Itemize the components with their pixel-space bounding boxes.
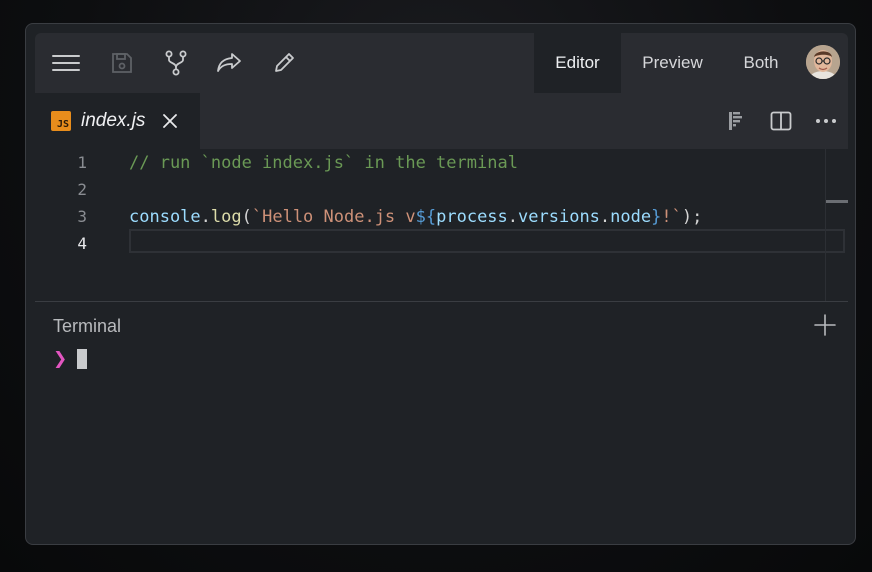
terminal-panel[interactable]: Terminal ❯ bbox=[35, 302, 848, 538]
code-line: 3 console.log(`Hello Node.js v${process.… bbox=[35, 203, 848, 230]
token: `Hello Node.js v bbox=[251, 206, 416, 227]
line-number: 2 bbox=[77, 180, 87, 199]
code-text: // run `node index.js` in the terminal bbox=[129, 152, 518, 173]
prettier-icon[interactable] bbox=[713, 93, 758, 149]
token: process bbox=[436, 206, 508, 227]
token: . bbox=[599, 206, 611, 227]
token: . bbox=[507, 206, 519, 227]
code-line: 1 // run `node index.js` in the terminal bbox=[35, 149, 848, 176]
prompt-chevron-icon: ❯ bbox=[53, 349, 68, 369]
split-view-icon[interactable] bbox=[758, 93, 803, 149]
code-line: 4 bbox=[35, 230, 848, 257]
fork-icon[interactable] bbox=[161, 48, 191, 78]
token: !` bbox=[661, 206, 682, 227]
more-icon[interactable] bbox=[803, 93, 848, 149]
token: console bbox=[129, 206, 201, 227]
share-icon[interactable] bbox=[215, 48, 245, 78]
tab-preview[interactable]: Preview bbox=[621, 33, 724, 93]
terminal-title: Terminal bbox=[53, 316, 122, 336]
token: } bbox=[651, 206, 662, 227]
js-file-icon: JS bbox=[51, 111, 71, 131]
line-number: 3 bbox=[77, 207, 87, 226]
editor-window: Editor Preview Both JS index.js 1 // run… bbox=[25, 23, 856, 545]
tab-actions bbox=[713, 93, 848, 149]
save-icon[interactable] bbox=[107, 48, 137, 78]
file-tab-index-js[interactable]: JS index.js bbox=[35, 93, 200, 149]
avatar[interactable] bbox=[806, 45, 840, 79]
file-tab-bar: JS index.js bbox=[35, 93, 848, 149]
close-icon[interactable] bbox=[163, 114, 178, 128]
edit-icon[interactable] bbox=[269, 48, 299, 78]
add-terminal-icon[interactable] bbox=[814, 314, 836, 336]
line-number: 1 bbox=[77, 153, 87, 172]
terminal-prompt[interactable]: ❯ bbox=[53, 349, 88, 369]
file-tab-label: index.js bbox=[81, 110, 146, 131]
token: . bbox=[200, 206, 211, 227]
token: log bbox=[210, 206, 242, 227]
top-toolbar: Editor Preview Both bbox=[35, 33, 848, 93]
line-number: 4 bbox=[77, 234, 87, 253]
token: versions bbox=[518, 206, 600, 227]
view-mode-tabs: Editor Preview Both bbox=[534, 33, 798, 93]
token: ); bbox=[681, 206, 703, 227]
code-line: 2 bbox=[35, 176, 848, 203]
token: ( bbox=[241, 206, 252, 227]
tab-both[interactable]: Both bbox=[724, 33, 798, 93]
menu-icon[interactable] bbox=[51, 48, 81, 78]
code-editor[interactable]: 1 // run `node index.js` in the terminal… bbox=[35, 149, 848, 301]
token: node bbox=[610, 206, 652, 227]
token: ${ bbox=[415, 206, 437, 227]
terminal-cursor bbox=[77, 349, 88, 369]
tab-editor[interactable]: Editor bbox=[534, 33, 621, 93]
code-text: console.log(`Hello Node.js v${process.ve… bbox=[129, 207, 702, 227]
